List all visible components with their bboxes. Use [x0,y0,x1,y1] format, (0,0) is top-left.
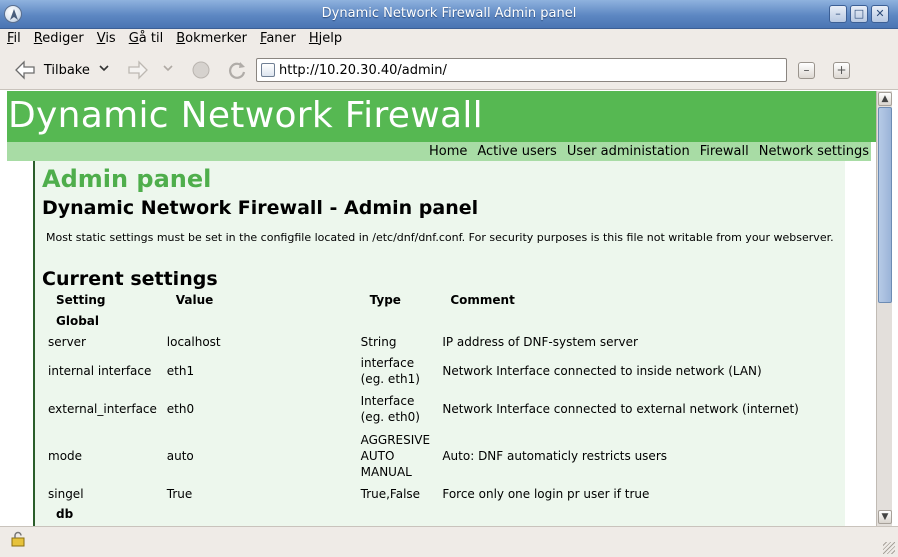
security-lock-icon[interactable] [10,531,26,547]
table-row: internal interface eth1 interface (eg. eth… [46,352,845,390]
address-bar[interactable] [256,58,787,82]
menu-bar: Fil Rediger Vis Gå til Bokmerker Faner Hjelp [0,29,898,50]
nav-link[interactable]: Active users [477,142,556,161]
nav-link[interactable]: Firewall [700,142,749,161]
close-button[interactable]: ✕ [871,5,889,23]
table-cell-value: True [166,486,193,501]
table-row: server localhost String IP address of DNF-s… [46,331,845,352]
table-cell-comment: Force only one login pr user if true [442,486,650,501]
menu-item[interactable]: Fil [0,29,27,46]
top-navigation: Home Active users User administation Firewa… [7,142,871,161]
table-cell-comment: Auto: DNF automaticly restricts users [442,448,668,463]
column-header: Setting [56,293,106,307]
reload-icon [229,62,246,79]
menu-item[interactable]: Bokmerker [169,29,253,46]
table-cell-value: eth1 [166,364,195,378]
menu-item[interactable]: Vis [90,29,122,46]
reload-button[interactable] [226,59,248,84]
menu-item[interactable]: Rediger [27,29,90,46]
resize-grip[interactable] [883,542,895,554]
menu-item[interactable]: Gå til [122,29,170,46]
table-cell-type: Interface (eg. eth0) [360,394,420,424]
site-favicon-icon [261,63,275,77]
chevron-down-icon [163,65,173,72]
settings-table: Setting Value Type Comment Global server l… [46,289,845,524]
intro-text: Most static settings must be set in the … [46,231,834,244]
back-button-label: Tilbake [43,62,90,78]
minimize-button[interactable]: – [829,5,847,23]
table-cell-setting: singel [48,486,84,501]
nav-link[interactable]: User administation [567,142,690,161]
section-title: Current settings [42,268,218,290]
table-cell-value: eth0 [166,402,195,416]
forward-arrow-icon [128,60,148,80]
table-cell-comment: Network Interface connected to external … [442,402,799,416]
back-arrow-icon [15,60,35,80]
chevron-down-icon [99,65,109,72]
table-cell-type: AGGRESIVE AUTO MANUAL [360,432,431,479]
admin-content: Admin panel Dynamic Network Firewall - A… [33,161,845,526]
group-label: db [56,507,74,521]
table-cell-comment: IP address of DNF-system server [442,334,638,349]
nav-link[interactable]: Home [429,142,467,161]
stop-button[interactable] [191,60,211,83]
table-cell-value: localhost [166,334,221,349]
group-row: db [46,504,845,524]
back-history-dropdown[interactable] [98,62,110,77]
scroll-up-button[interactable]: ▲ [878,92,892,106]
table-cell-comment: Network Interface connected to inside ne… [442,364,762,378]
zoom-in-button[interactable]: + [833,62,850,79]
table-cell-setting: internal interface [48,364,152,378]
site-header: Dynamic Network Firewall [7,91,876,142]
table-row: mode auto AGGRESIVE AUTO MANUAL Auto: DNF a… [46,428,845,483]
stop-icon [192,61,210,79]
column-header: Type [369,293,401,307]
maximize-button[interactable]: □ [850,5,868,23]
group-label: Global [56,314,100,328]
window-titlebar: Dynamic Network Firewall Admin panel – □… [0,0,898,29]
table-cell-type: String [360,334,397,349]
scrollbar-thumb[interactable] [878,107,892,303]
column-header: Comment [450,293,515,307]
nav-link[interactable]: Network settings [759,142,869,161]
column-header: Value [175,293,214,307]
menu-item[interactable]: Hjelp [302,29,348,46]
page-heading: Admin panel [42,165,212,193]
table-cell-value: auto [166,448,194,463]
page-viewport: Dynamic Network Firewall Home Active user… [7,91,876,526]
group-row: Global [46,311,845,331]
page-subheading: Dynamic Network Firewall - Admin panel [42,197,479,219]
table-cell-type: interface (eg. eth1) [360,356,420,386]
forward-button[interactable] [125,60,149,83]
table-cell-setting: server [48,334,86,349]
back-button[interactable]: Tilbake [14,60,90,80]
zoom-out-button[interactable]: – [798,62,815,79]
table-header-row: Setting Value Type Comment [46,289,845,311]
table-row: singel True True,False Force only one login… [46,483,845,504]
table-cell-setting: external_interface [48,402,157,416]
vertical-scrollbar[interactable]: ▲ ▼ [876,91,892,526]
menu-item[interactable]: Faner [253,29,302,46]
status-bar [0,526,898,557]
window-title: Dynamic Network Firewall Admin panel [321,6,577,21]
table-cell-type: True,False [360,486,421,501]
url-input[interactable] [279,61,779,79]
forward-history-dropdown[interactable] [162,62,174,77]
table-cell-setting: mode [48,448,83,463]
site-title: Dynamic Network Firewall [8,95,483,136]
table-row: external_interface eth0 Interface (eg. eth… [46,390,845,428]
scroll-down-button[interactable]: ▼ [878,510,892,524]
